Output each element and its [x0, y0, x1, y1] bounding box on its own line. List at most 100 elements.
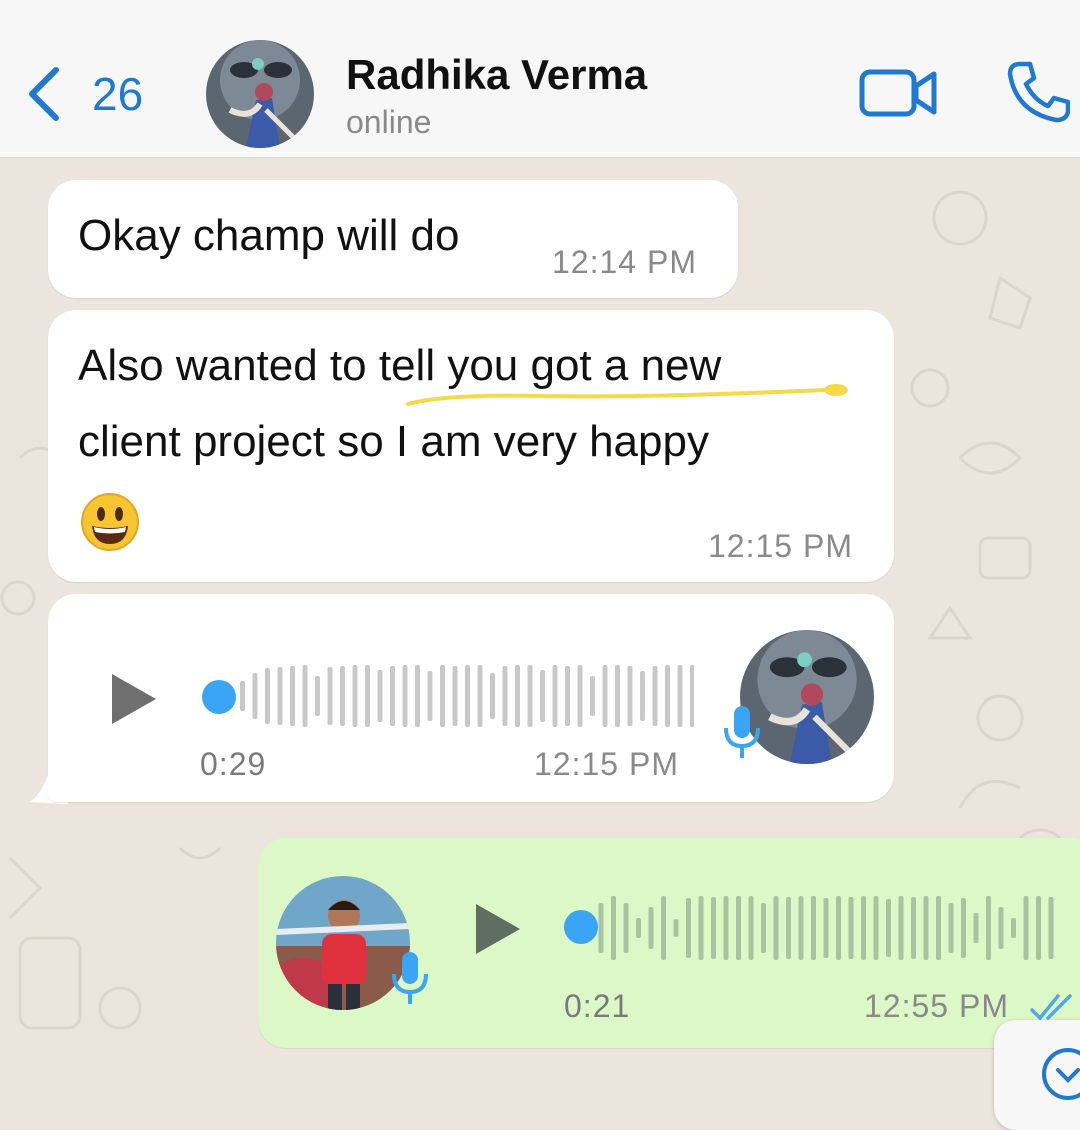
waveform-bar	[377, 670, 383, 722]
waveform-bar	[911, 897, 916, 959]
waveform-bar	[365, 665, 370, 727]
waveform-bar	[923, 896, 929, 960]
waveform-bar	[640, 671, 645, 721]
waveform-bar	[736, 896, 741, 960]
waveform-bar	[723, 896, 729, 960]
waveform-bar	[690, 665, 694, 727]
waveform-bar	[1023, 896, 1029, 960]
voice-duration: 0:21	[564, 988, 631, 1024]
message-bubble-incoming[interactable]: Also wanted to tell you got a new client…	[48, 310, 894, 582]
waveform-bar	[1036, 896, 1041, 960]
waveform-bar	[661, 896, 666, 960]
waveform-bar	[748, 896, 754, 960]
waveform-bar	[848, 897, 854, 959]
video-call-icon[interactable]	[858, 66, 940, 120]
message-text: Okay champ will do	[78, 211, 460, 260]
waveform-bar	[540, 670, 545, 722]
waveform-bar	[490, 673, 495, 719]
waveform-bar	[552, 665, 558, 727]
waveform-bar	[565, 666, 570, 726]
waveform-bar	[811, 896, 816, 960]
waveform-bar	[1011, 918, 1016, 938]
waveform-bar	[598, 903, 604, 953]
waveform-bar	[402, 665, 408, 727]
waveform-bar	[265, 668, 270, 724]
waveform-bar	[252, 673, 258, 719]
waveform-bar	[527, 665, 533, 727]
waveform-bar	[240, 681, 245, 711]
waveform-bar	[352, 665, 358, 727]
waveform-bar	[648, 907, 654, 949]
play-icon[interactable]	[474, 902, 522, 961]
waveform-bar	[590, 676, 595, 716]
waveform-bar	[836, 896, 841, 960]
waveform-bar	[761, 903, 766, 953]
grinning-face-emoji	[80, 492, 140, 557]
waveform-bar	[986, 896, 991, 960]
waveform-bar	[611, 896, 616, 960]
waveform-bar	[961, 898, 966, 958]
waveform-bar	[973, 913, 979, 943]
unread-count[interactable]: 26	[92, 66, 143, 122]
waveform-bar	[577, 665, 583, 727]
waveform-bar	[277, 667, 283, 725]
message-bubble-incoming[interactable]: Okay champ will do 12:14 PM	[48, 180, 738, 298]
scroll-to-bottom-button[interactable]	[994, 1020, 1080, 1130]
waveform-bar	[711, 897, 716, 959]
waveform-bar	[390, 666, 395, 726]
waveform-bar	[665, 665, 670, 727]
playback-position-dot[interactable]	[564, 910, 598, 944]
voice-duration: 0:29	[200, 746, 267, 782]
chevron-down-icon	[1042, 1048, 1080, 1100]
waveform-bar	[615, 665, 620, 727]
waveform-bar	[415, 665, 420, 727]
waveform-bar	[773, 896, 779, 960]
voice-waveform[interactable]	[234, 656, 694, 736]
waveform-bar	[515, 665, 520, 727]
waveform-bar	[686, 898, 691, 958]
waveform-bar	[698, 896, 704, 960]
waveform-bar	[427, 671, 433, 721]
waveform-bar	[623, 903, 629, 953]
voice-message-incoming[interactable]: 0:29 12:15 PM	[48, 594, 894, 802]
waveform-bar	[998, 907, 1004, 949]
waveform-bar	[315, 676, 320, 716]
waveform-bar	[636, 918, 641, 938]
waveform-bar	[290, 666, 295, 726]
waveform-bar	[898, 896, 904, 960]
voice-message-outgoing[interactable]: 0:21 12:55 PM	[258, 838, 1080, 1048]
waveform-bar	[477, 665, 483, 727]
waveform-bar	[440, 665, 445, 727]
waveform-bar	[936, 896, 941, 960]
waveform-bar	[502, 666, 508, 726]
waveform-bar	[652, 666, 658, 726]
waveform-bar	[302, 665, 308, 727]
waveform-bar	[677, 665, 683, 727]
waveform-bar	[465, 665, 470, 727]
waveform-bar	[452, 666, 458, 726]
voice-call-icon[interactable]	[1006, 60, 1071, 124]
chat-header: 26 Radhika Verma online	[0, 0, 1080, 158]
message-time: 12:15 PM	[534, 746, 679, 782]
waveform-bar	[1048, 897, 1054, 959]
microphone-icon	[722, 704, 762, 760]
waveform-bar	[886, 899, 891, 957]
playback-position-dot[interactable]	[202, 680, 236, 714]
message-time: 12:55 PM	[864, 988, 1009, 1024]
waveform-bar	[823, 898, 829, 958]
voice-waveform[interactable]	[580, 888, 1056, 968]
waveform-bar	[602, 665, 608, 727]
waveform-bar	[798, 896, 804, 960]
waveform-bar	[786, 897, 791, 959]
waveform-bar	[861, 896, 866, 960]
waveform-bar	[948, 903, 954, 953]
message-time: 12:15 PM	[708, 528, 853, 564]
microphone-icon	[390, 950, 430, 1006]
contact-status: online	[346, 104, 432, 140]
back-arrow-icon[interactable]	[24, 64, 64, 124]
play-icon[interactable]	[110, 672, 158, 731]
contact-name[interactable]: Radhika Verma	[346, 50, 647, 100]
contact-avatar[interactable]	[206, 40, 314, 148]
waveform-bar	[327, 667, 333, 725]
waveform-bar	[340, 666, 345, 726]
